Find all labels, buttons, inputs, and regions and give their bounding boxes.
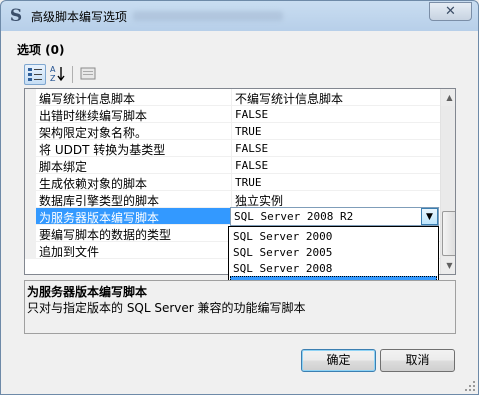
row-margin — [25, 123, 36, 140]
property-value[interactable]: 不编写统计信息脚本 — [235, 90, 343, 107]
alphabetical-sort-icon: A Z — [50, 65, 65, 83]
dropdown-option[interactable]: SQL Server 2008 — [230, 260, 437, 276]
column-divider — [231, 174, 232, 191]
row-margin — [25, 242, 36, 259]
title-blur-region — [133, 11, 283, 21]
property-value[interactable]: TRUE — [235, 176, 262, 189]
property-name: 追加到文件 — [39, 245, 100, 259]
row-margin — [25, 106, 36, 123]
property-pages-button[interactable] — [78, 64, 100, 85]
property-row[interactable]: 将 UDDT 转换为基类型 FALSE — [25, 140, 440, 157]
close-button[interactable]: ✕ — [429, 2, 472, 21]
property-row[interactable]: 出错时继续编写脚本 FALSE — [25, 106, 440, 123]
cancel-button[interactable]: 取消 — [380, 349, 455, 372]
column-divider — [231, 89, 232, 106]
property-row[interactable]: 脚本绑定 FALSE — [25, 157, 440, 174]
property-name: 编写统计信息脚本 — [39, 92, 136, 106]
column-divider — [231, 106, 232, 123]
resize-grip-icon[interactable] — [464, 380, 476, 392]
app-logo-icon: S — [9, 6, 23, 26]
row-margin — [25, 174, 36, 191]
property-row[interactable]: 生成依赖对象的脚本 TRUE — [25, 174, 440, 191]
property-name: 脚本绑定 — [39, 160, 88, 174]
svg-text:A: A — [50, 65, 56, 74]
property-row[interactable]: 编写统计信息脚本 不编写统计信息脚本 — [25, 89, 440, 106]
row-margin — [25, 191, 36, 208]
combo-selected-value: SQL Server 2008 R2 — [234, 210, 354, 223]
property-pages-icon — [80, 67, 96, 80]
property-value[interactable]: FALSE — [235, 142, 268, 155]
scroll-down-icon[interactable]: ▼ — [441, 257, 455, 274]
column-divider — [231, 140, 232, 157]
row-margin — [25, 140, 36, 157]
dropdown-option[interactable]: SQL Server 2000 — [230, 228, 437, 244]
close-icon: ✕ — [445, 4, 456, 19]
property-value[interactable]: TRUE — [235, 125, 262, 138]
property-value[interactable]: FALSE — [235, 159, 268, 172]
scroll-thumb[interactable] — [442, 211, 455, 256]
column-divider — [231, 157, 232, 174]
options-label: 选项 (0) — [17, 43, 65, 57]
column-divider — [231, 123, 232, 140]
categorized-view-icon — [28, 68, 42, 81]
scroll-up-icon[interactable]: ▲ — [441, 89, 455, 106]
dropdown-button[interactable]: ▼ — [421, 208, 438, 225]
dropdown-option[interactable]: SQL Server 2005 — [230, 244, 437, 260]
toolbar-separator — [72, 66, 73, 83]
property-name: 为服务器版本编写脚本 — [36, 208, 231, 225]
property-name: 数据库引擎类型的脚本 — [39, 194, 160, 208]
row-margin — [25, 208, 36, 225]
row-margin — [25, 157, 36, 174]
property-value[interactable]: FALSE — [235, 108, 268, 121]
description-panel: 为服务器版本编写脚本 只对与指定版本的 SQL Server 兼容的功能编写脚本 — [24, 280, 456, 334]
vertical-scrollbar[interactable]: ▲ ▼ — [440, 89, 455, 274]
window-title: 高级脚本编写选项 — [31, 10, 128, 24]
property-name: 要编写脚本的数据的类型 — [39, 228, 172, 242]
property-name: 架构限定对象名称。 — [39, 126, 148, 140]
title-bar[interactable]: S 高级脚本编写选项 ✕ — [1, 1, 478, 31]
server-version-combo[interactable]: SQL Server 2008 R2 ▼ — [230, 207, 439, 226]
svg-text:Z: Z — [50, 74, 56, 83]
property-name: 将 UDDT 转换为基类型 — [39, 143, 166, 157]
row-margin — [25, 225, 36, 242]
description-text: 只对与指定版本的 SQL Server 兼容的功能编写脚本 — [27, 301, 306, 315]
ok-button[interactable]: 确定 — [301, 349, 376, 372]
row-margin — [25, 89, 36, 106]
property-name: 生成依赖对象的脚本 — [39, 177, 148, 191]
categorized-button[interactable] — [24, 64, 46, 85]
column-divider — [231, 191, 232, 208]
property-row[interactable]: 数据库引擎类型的脚本 独立实例 — [25, 191, 440, 208]
property-name: 出错时继续编写脚本 — [39, 109, 148, 123]
chevron-down-icon: ▼ — [426, 212, 433, 222]
property-row[interactable]: 架构限定对象名称。 TRUE — [25, 123, 440, 140]
description-title: 为服务器版本编写脚本 — [27, 285, 148, 299]
alphabetical-button[interactable]: A Z — [48, 64, 70, 85]
